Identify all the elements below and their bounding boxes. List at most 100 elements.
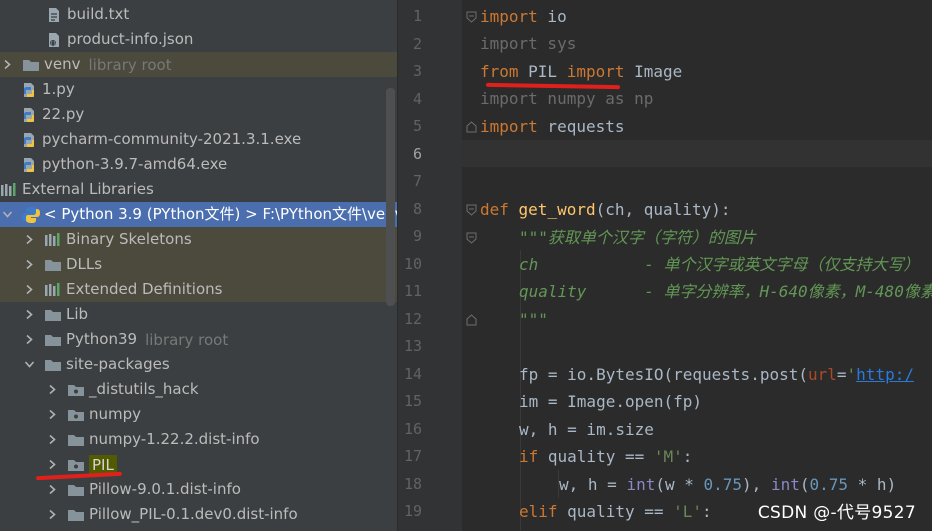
fold-close-icon[interactable] xyxy=(465,113,477,140)
tree-item[interactable]: venv library root xyxy=(0,52,397,77)
tree-item-label: Pillow_PIL-0.1.dev0.dist-info xyxy=(89,505,298,523)
chevron-down-icon[interactable] xyxy=(0,202,14,227)
tree-item-label: build.txt xyxy=(67,5,130,23)
tree-item[interactable]: 1.py xyxy=(0,77,397,102)
tree-item[interactable]: PIL xyxy=(0,452,397,477)
code-line-1[interactable]: import io xyxy=(480,3,567,30)
tree-item[interactable]: site-packages xyxy=(0,352,397,377)
line-number: 11 xyxy=(403,282,422,300)
library-icon xyxy=(0,181,18,199)
chevron-right-icon[interactable] xyxy=(45,477,59,502)
chevron-right-icon[interactable] xyxy=(0,52,14,77)
tree-item-suffix: library root xyxy=(145,330,229,349)
tree-item-label: site-packages xyxy=(66,355,170,373)
line-number: 17 xyxy=(403,447,422,465)
code-line-18[interactable]: w, h = int(w * 0.75), int(0.75 * h) xyxy=(559,471,896,498)
tree-item[interactable]: numpy-1.22.2.dist-info xyxy=(0,427,397,452)
tree-item[interactable]: DLLs xyxy=(0,252,397,277)
tree-item-label: Python39 xyxy=(66,330,138,348)
chevron-right-icon[interactable] xyxy=(45,377,59,402)
folder-icon xyxy=(44,256,62,274)
chevron-down-icon[interactable] xyxy=(22,352,36,377)
code-line-11[interactable]: quality - 单字分辨率，H-640像素，M-480像素 xyxy=(519,278,932,305)
line-number: 4 xyxy=(412,89,422,108)
tree-item[interactable]: build.txt xyxy=(0,2,397,27)
exe-file-icon xyxy=(20,131,38,149)
line-number: 19 xyxy=(403,502,422,520)
line-number: 18 xyxy=(403,474,422,493)
chevron-right-icon[interactable] xyxy=(22,277,36,302)
code-line-9[interactable]: """获取单个汉字（字符）的图片 xyxy=(519,224,756,251)
tree-item-label: pycharm-community-2021.3.1.exe xyxy=(42,130,302,148)
csdn-watermark: CSDN @-代号9527 xyxy=(757,503,916,523)
tree-item-label: 22.py xyxy=(42,105,85,123)
chevron-right-icon[interactable] xyxy=(45,427,59,452)
fold-close-icon[interactable] xyxy=(465,306,477,333)
code-line-16[interactable]: w, h = im.size xyxy=(519,416,654,443)
tree-item[interactable]: python-3.9.7-amd64.exe xyxy=(0,152,397,177)
tree-item[interactable]: < Python 3.9 (PYthon文件) > F:\PYthon文件\ve… xyxy=(0,202,397,227)
chevron-right-icon[interactable] xyxy=(45,452,59,477)
code-editor[interactable]: 1 2 3 4 5 6 7 8 9 10 11 12 13 14 15 16 17 18 19 import io … xyxy=(398,0,932,531)
chevron-right-icon[interactable] xyxy=(22,302,36,327)
code-line-17[interactable]: if quality == 'M': xyxy=(519,443,692,470)
tree-item[interactable]: Extended Definitions xyxy=(0,277,397,302)
tree-item[interactable]: numpy xyxy=(0,402,397,427)
code-line-12[interactable]: """ xyxy=(519,306,548,333)
tree-item[interactable]: 22.py xyxy=(0,102,397,127)
line-number: 13 xyxy=(403,337,422,355)
line-number: 2 xyxy=(412,34,422,53)
tree-item-label: numpy-1.22.2.dist-info xyxy=(89,430,260,448)
tree-item[interactable]: Lib xyxy=(0,302,397,327)
chevron-right-icon[interactable] xyxy=(22,327,36,352)
folder-icon xyxy=(44,356,62,374)
tree-item-label: Binary Skeletons xyxy=(66,230,192,248)
tree-item-label: External Libraries xyxy=(22,180,154,198)
fold-open-icon[interactable] xyxy=(465,3,477,30)
tree-item[interactable]: _distutils_hack xyxy=(0,377,397,402)
tree-item[interactable]: pycharm-community-2021.3.1.exe xyxy=(0,127,397,152)
tree-item[interactable]: Pillow-9.0.1.dist-info xyxy=(0,477,397,502)
line-number: 14 xyxy=(403,364,422,383)
library-icon xyxy=(44,231,62,249)
tree-scrollbar[interactable] xyxy=(386,88,395,306)
tree-item[interactable]: Python39 library root xyxy=(0,327,397,352)
fold-open-icon[interactable] xyxy=(465,196,477,223)
folder-icon xyxy=(44,306,62,324)
line-number: 8 xyxy=(412,199,422,218)
tree-item[interactable]: External Libraries xyxy=(0,177,397,202)
tree-item[interactable]: {} product-info.json xyxy=(0,27,397,52)
code-line-4[interactable]: import numpy as np xyxy=(480,85,653,112)
code-line-19[interactable]: elif quality == 'L': xyxy=(519,498,712,525)
tree-item-label: _distutils_hack xyxy=(89,380,199,398)
folder-icon xyxy=(67,506,85,524)
python-file-icon xyxy=(20,81,38,99)
code-line-8[interactable]: def get_word(ch, quality): xyxy=(480,196,730,223)
line-number: 16 xyxy=(403,419,422,438)
package-icon xyxy=(67,456,85,474)
tree-item[interactable]: Pillow_PIL-0.1.dev0.dist-info xyxy=(0,502,397,527)
tree-item-label: Pillow-9.0.1.dist-info xyxy=(89,480,241,498)
chevron-right-icon[interactable] xyxy=(45,402,59,427)
tree-item[interactable]: Binary Skeletons xyxy=(0,227,397,252)
code-line-14[interactable]: fp = io.BytesIO(requests.post(url='http:… xyxy=(519,361,914,388)
code-line-5[interactable]: import requests xyxy=(480,113,625,140)
code-line-10[interactable]: ch - 单个汉字或英文字母（仅支持大写） xyxy=(519,251,920,278)
folder-icon xyxy=(44,331,62,349)
chevron-right-icon[interactable] xyxy=(22,227,36,252)
code-line-2[interactable]: import sys xyxy=(480,30,576,57)
chevron-right-icon[interactable] xyxy=(45,502,59,527)
line-number: 15 xyxy=(403,392,422,410)
chevron-right-icon[interactable] xyxy=(22,252,36,277)
line-number: 3 xyxy=(412,62,422,80)
package-icon xyxy=(67,406,85,424)
tree-item-label: < Python 3.9 (PYthon文件) > F:\PYthon文件\ve… xyxy=(44,205,397,223)
tree-item-label: venv xyxy=(44,55,81,73)
code-line-3[interactable]: from PIL import Image xyxy=(480,58,682,85)
line-number: 7 xyxy=(412,172,422,190)
json-file-icon: {} xyxy=(45,31,63,49)
fold-open-icon[interactable] xyxy=(465,224,477,251)
tree-item-suffix: library root xyxy=(88,55,172,74)
project-tree-panel: build.txt {} product-info.json venv library … xyxy=(0,0,397,531)
code-line-15[interactable]: im = Image.open(fp) xyxy=(519,388,702,415)
